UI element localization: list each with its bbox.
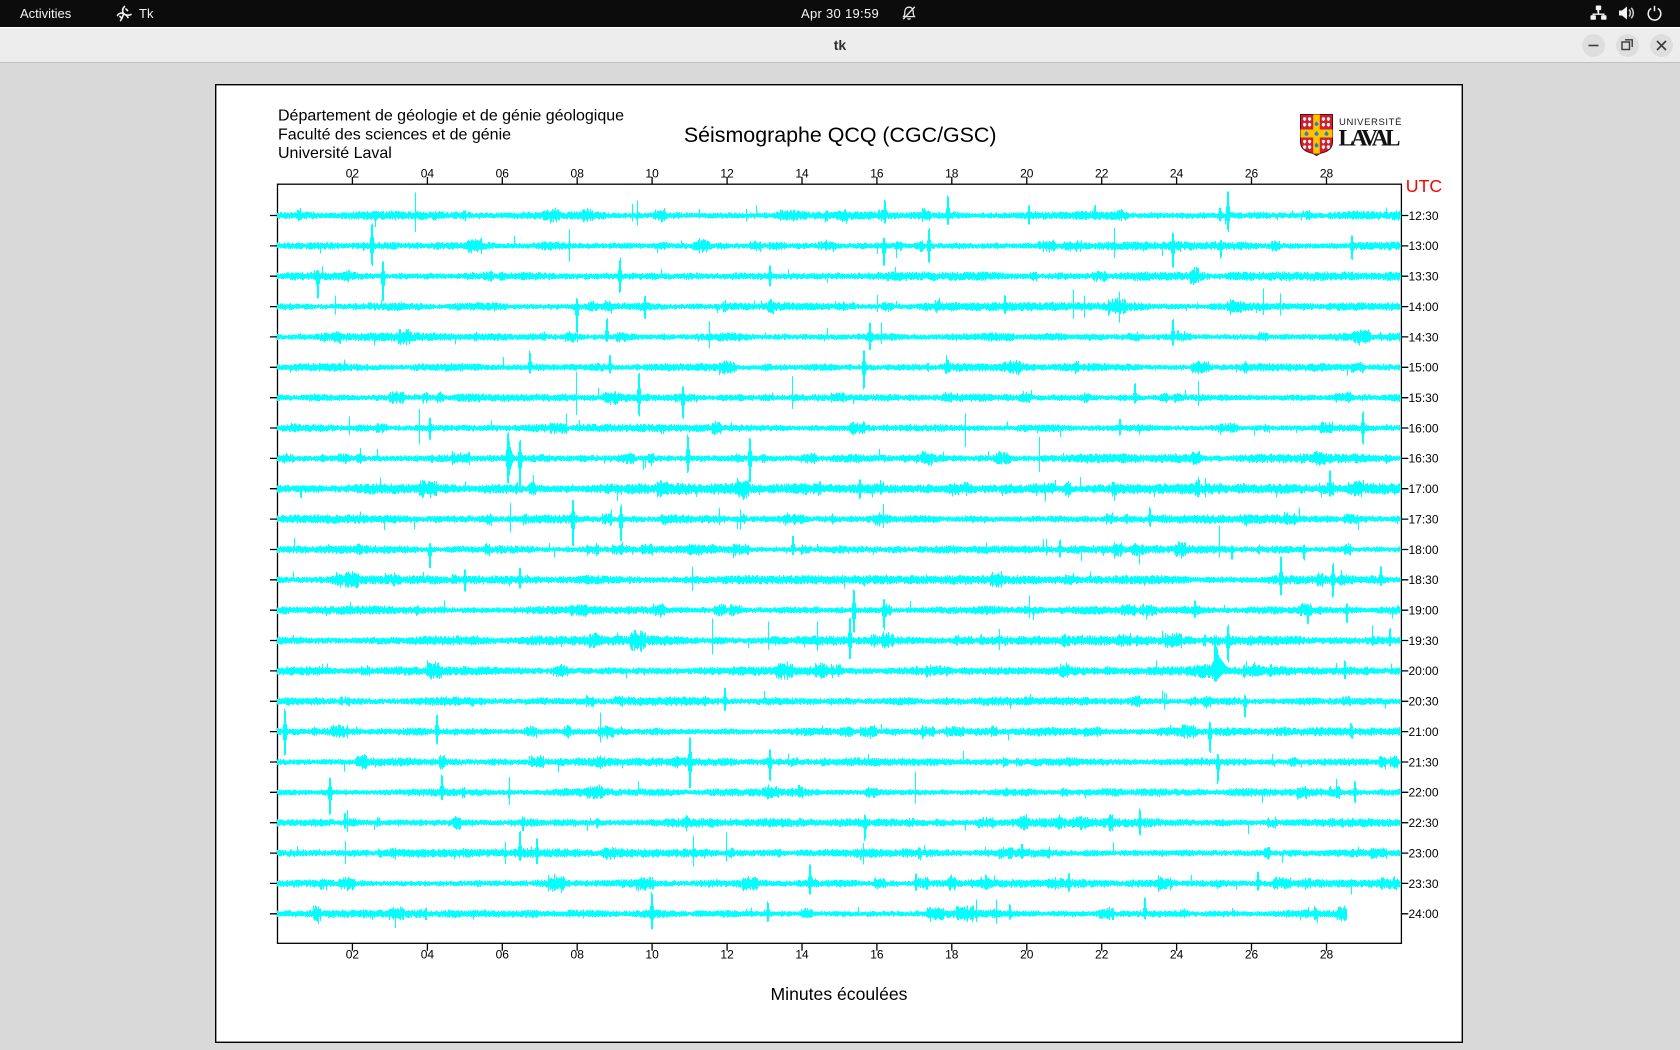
svg-text:20:00: 20:00 bbox=[1409, 664, 1439, 678]
svg-text:22: 22 bbox=[1095, 948, 1109, 962]
svg-text:14:30: 14:30 bbox=[1409, 330, 1439, 344]
svg-text:16:30: 16:30 bbox=[1409, 452, 1439, 466]
svg-text:12:30: 12:30 bbox=[1409, 209, 1439, 223]
svg-text:UTC: UTC bbox=[1406, 176, 1443, 196]
svg-text:20: 20 bbox=[1020, 948, 1034, 962]
svg-text:19:00: 19:00 bbox=[1409, 604, 1439, 618]
svg-text:14: 14 bbox=[795, 948, 809, 962]
svg-text:22:30: 22:30 bbox=[1409, 816, 1439, 830]
svg-text:02: 02 bbox=[346, 948, 360, 962]
svg-text:20: 20 bbox=[1020, 167, 1034, 181]
svg-text:24:00: 24:00 bbox=[1409, 907, 1439, 921]
svg-text:08: 08 bbox=[571, 948, 585, 962]
svg-text:06: 06 bbox=[496, 948, 510, 962]
svg-text:19:30: 19:30 bbox=[1409, 634, 1439, 648]
svg-text:Minutes écoulées: Minutes écoulées bbox=[771, 984, 908, 1004]
svg-text:26: 26 bbox=[1245, 167, 1259, 181]
svg-text:12: 12 bbox=[720, 167, 734, 181]
svg-text:16: 16 bbox=[870, 948, 884, 962]
svg-text:18:30: 18:30 bbox=[1409, 573, 1439, 587]
svg-text:12: 12 bbox=[720, 948, 734, 962]
svg-text:20:30: 20:30 bbox=[1409, 695, 1439, 709]
svg-text:15:00: 15:00 bbox=[1409, 361, 1439, 375]
svg-text:23:00: 23:00 bbox=[1409, 846, 1439, 860]
svg-text:16: 16 bbox=[870, 167, 884, 181]
svg-text:06: 06 bbox=[496, 167, 510, 181]
svg-text:23:30: 23:30 bbox=[1409, 877, 1439, 891]
svg-text:10: 10 bbox=[645, 167, 659, 181]
svg-text:21:30: 21:30 bbox=[1409, 755, 1439, 769]
svg-text:22:00: 22:00 bbox=[1409, 786, 1439, 800]
svg-text:04: 04 bbox=[421, 167, 435, 181]
svg-text:14:00: 14:00 bbox=[1409, 300, 1439, 314]
svg-text:10: 10 bbox=[645, 948, 659, 962]
svg-text:26: 26 bbox=[1245, 948, 1259, 962]
svg-text:28: 28 bbox=[1320, 948, 1334, 962]
svg-text:02: 02 bbox=[346, 167, 360, 181]
svg-text:04: 04 bbox=[421, 948, 435, 962]
svg-text:18:00: 18:00 bbox=[1409, 543, 1439, 557]
svg-text:24: 24 bbox=[1170, 948, 1184, 962]
svg-text:13:00: 13:00 bbox=[1409, 239, 1439, 253]
svg-text:Séismographe QCQ (CGC/GSC): Séismographe QCQ (CGC/GSC) bbox=[684, 123, 997, 147]
svg-text:18: 18 bbox=[945, 948, 959, 962]
svg-text:13:30: 13:30 bbox=[1409, 270, 1439, 284]
svg-text:Faculté des sciences et de gén: Faculté des sciences et de génie bbox=[278, 126, 511, 143]
svg-text:18: 18 bbox=[945, 167, 959, 181]
svg-text:24: 24 bbox=[1170, 167, 1184, 181]
svg-text:21:00: 21:00 bbox=[1409, 725, 1439, 739]
svg-text:08: 08 bbox=[571, 167, 585, 181]
svg-text:Département de géologie et de: Département de géologie et de génie géol… bbox=[278, 108, 624, 125]
svg-text:Université Laval: Université Laval bbox=[278, 145, 392, 162]
svg-text:28: 28 bbox=[1320, 167, 1334, 181]
svg-text:16:00: 16:00 bbox=[1409, 421, 1439, 435]
svg-text:14: 14 bbox=[795, 167, 809, 181]
svg-text:17:00: 17:00 bbox=[1409, 482, 1439, 496]
svg-text:LAVAL: LAVAL bbox=[1339, 126, 1401, 151]
svg-text:15:30: 15:30 bbox=[1409, 391, 1439, 405]
svg-text:17:30: 17:30 bbox=[1409, 513, 1439, 527]
svg-text:22: 22 bbox=[1095, 167, 1109, 181]
